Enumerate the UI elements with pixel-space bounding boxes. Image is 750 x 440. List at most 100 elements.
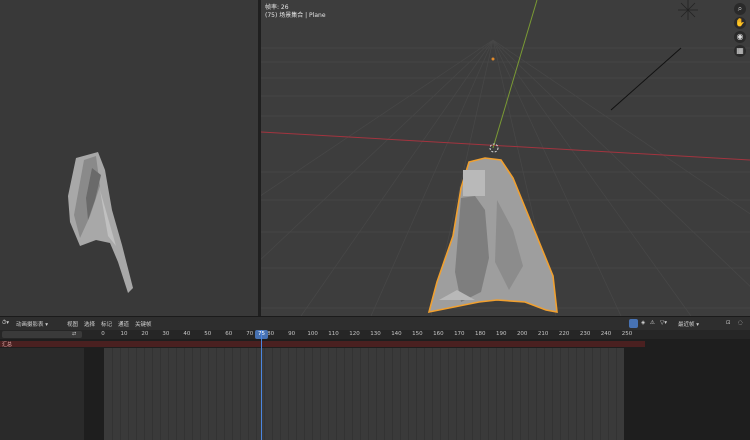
frame-stripe — [464, 348, 465, 440]
frame-tick-label: 90 — [288, 331, 296, 337]
summary-label: 汇总 — [2, 342, 13, 348]
frame-stripe — [376, 348, 377, 440]
menu-marker[interactable]: 标记 — [101, 320, 112, 328]
frame-stripe — [120, 348, 121, 440]
menu-channel[interactable]: 通道 — [118, 320, 129, 328]
frame-stripe — [520, 348, 521, 440]
frame-tick-label: 60 — [225, 331, 233, 337]
frame-tick-label: 190 — [495, 331, 507, 337]
ghost-icon[interactable]: ◈ — [641, 320, 645, 326]
frame-tick-label: 240 — [600, 331, 612, 337]
frame-tick-label: 50 — [204, 331, 212, 337]
frame-stripe — [488, 348, 489, 440]
frame-ruler[interactable]: ⇄ 0 10 20 30 40 50 60 70 80 90 100 110 120 130 140 150 1… — [0, 330, 750, 339]
frame-stripe — [144, 348, 145, 440]
frame-stripe — [280, 348, 281, 440]
frame-stripe — [136, 348, 137, 440]
frame-stripe — [176, 348, 177, 440]
frame-stripe — [208, 348, 209, 440]
frame-stripe — [448, 348, 449, 440]
frame-stripe — [240, 348, 241, 440]
interpolation-select[interactable]: 最近帧 ▾ — [678, 320, 699, 328]
frame-stripe — [536, 348, 537, 440]
frame-stripe — [112, 348, 113, 440]
frame-stripe — [528, 348, 529, 440]
frame-stripe — [616, 348, 617, 440]
frame-stripe — [264, 348, 265, 440]
dopesheet-header: ⏱▾ 动画摄影表 ▾ 视图 选择 标记 通道 关键帧 ◈ ⚠ ▽▾ 最近帧 ▾ … — [0, 316, 750, 331]
frame-stripe — [224, 348, 225, 440]
grid-icon[interactable]: ▦ — [734, 45, 746, 57]
frame-stripe — [496, 348, 497, 440]
mode-select[interactable]: 动画摄影表 ▾ — [16, 320, 48, 328]
frame-stripe — [248, 348, 249, 440]
frame-stripe — [256, 348, 257, 440]
frame-tick-label: 120 — [349, 331, 360, 337]
playhead[interactable] — [261, 330, 262, 440]
frame-stripe — [152, 348, 153, 440]
filter-icon[interactable]: ▽▾ — [660, 320, 667, 326]
menu-view[interactable]: 视图 — [67, 320, 78, 328]
frame-stripe — [288, 348, 289, 440]
only-selected-icon[interactable] — [629, 319, 638, 328]
frame-range-area[interactable] — [104, 348, 624, 440]
frame-stripe — [608, 348, 609, 440]
frame-tick-label: 110 — [328, 331, 339, 337]
cloth-render — [68, 152, 133, 293]
frame-stripe — [504, 348, 505, 440]
frame-tick-label: 0 — [101, 331, 105, 337]
light-icon — [678, 0, 698, 20]
frame-tick-label: 40 — [183, 331, 191, 337]
frame-stripe — [320, 348, 321, 440]
frame-stripe — [304, 348, 305, 440]
channel-search-field[interactable] — [2, 331, 82, 338]
main-viewport[interactable]: 帧率: 26 (75) 场景集合 | Plane ⌕ ✋ ◉ ▦ — [261, 0, 750, 316]
zoom-icon[interactable]: ⌕ — [734, 3, 746, 15]
frame-stripe — [192, 348, 193, 440]
frame-tick-label: 130 — [370, 331, 381, 337]
channel-list[interactable] — [0, 348, 84, 440]
frame-stripe — [472, 348, 473, 440]
menu-key[interactable]: 关键帧 — [135, 320, 152, 328]
left-viewport[interactable] — [0, 0, 258, 316]
swap-icon[interactable]: ⇄ — [72, 331, 76, 337]
editor-type-icon[interactable]: ⏱▾ — [2, 320, 9, 327]
frame-stripe — [128, 348, 129, 440]
frame-stripe — [392, 348, 393, 440]
frame-stripe — [296, 348, 297, 440]
frame-stripe — [360, 348, 361, 440]
frame-stripe — [512, 348, 513, 440]
camera-icon[interactable]: ◉ — [734, 31, 746, 43]
frame-stripe — [368, 348, 369, 440]
snap-icon[interactable]: ⊡ — [726, 320, 731, 326]
frame-tick-label: 230 — [579, 331, 591, 337]
summary-channel[interactable]: 汇总 — [0, 341, 645, 348]
frame-stripe — [544, 348, 545, 440]
frame-stripe — [328, 348, 329, 440]
frame-stripe — [576, 348, 577, 440]
frame-stripe — [200, 348, 201, 440]
frame-stripe — [592, 348, 593, 440]
frame-stripe — [400, 348, 401, 440]
frame-tick-label: 140 — [391, 331, 402, 337]
frame-tick-label: 30 — [162, 331, 170, 337]
frame-stripe — [424, 348, 425, 440]
warning-icon[interactable]: ⚠ — [650, 320, 655, 326]
frame-tick-label: 200 — [516, 331, 528, 337]
hand-icon[interactable]: ✋ — [734, 17, 746, 29]
frame-stripe — [568, 348, 569, 440]
scene-grid — [261, 0, 750, 316]
frame-stripe — [216, 348, 217, 440]
frame-stripe — [416, 348, 417, 440]
proportional-icon[interactable]: ◌ — [738, 320, 743, 326]
frame-stripe — [384, 348, 385, 440]
frame-stripe — [440, 348, 441, 440]
frame-stripe — [336, 348, 337, 440]
frame-stripe — [184, 348, 185, 440]
frame-stripe — [160, 348, 161, 440]
frame-tick-label: 100 — [307, 331, 318, 337]
frame-tick-label: 210 — [537, 331, 549, 337]
frame-stripe — [168, 348, 169, 440]
frame-stripe — [432, 348, 433, 440]
menu-select[interactable]: 选择 — [84, 320, 95, 328]
